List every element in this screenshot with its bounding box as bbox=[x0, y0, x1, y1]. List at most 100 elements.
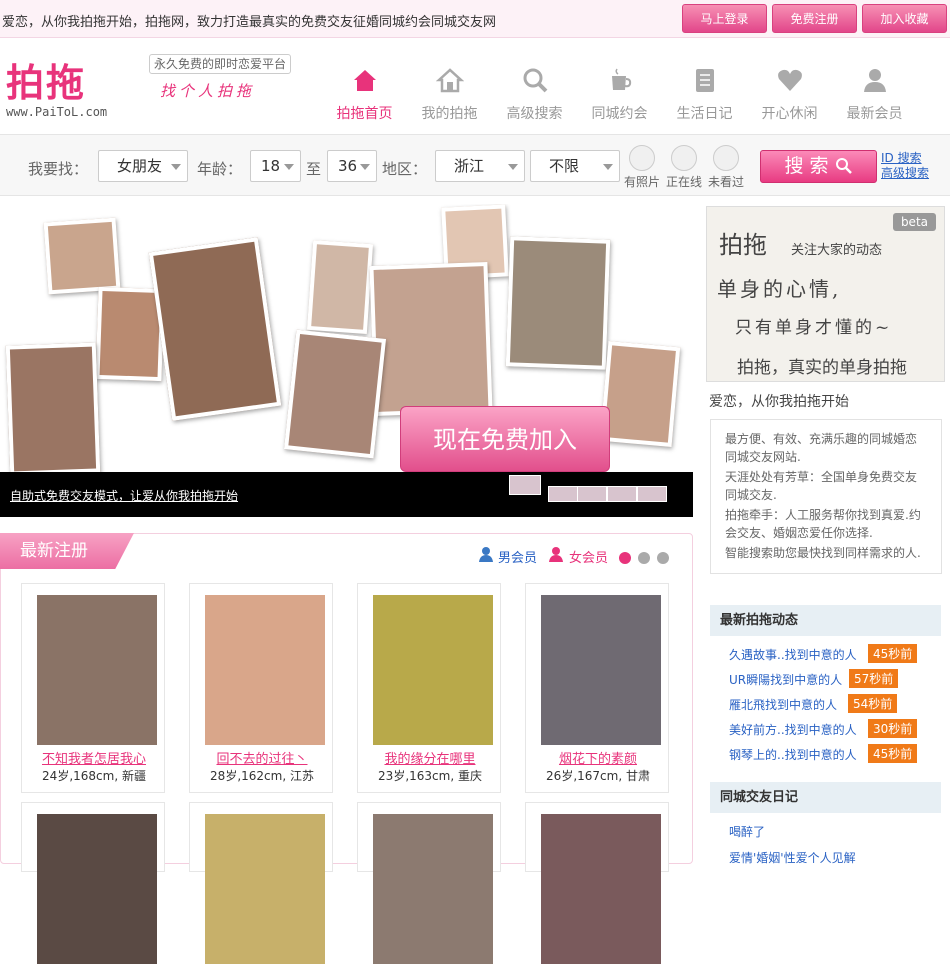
activity-item[interactable]: 钢琴上的..找到中意的人 bbox=[729, 746, 857, 763]
member-card[interactable] bbox=[189, 802, 333, 964]
banner-caption[interactable]: 自助式免费交友模式，让爱从你我拍拖开始 bbox=[10, 487, 238, 504]
activity-item[interactable]: UR瞬陽找到中意的人 bbox=[729, 671, 842, 688]
member-name[interactable]: 我的缘分在哪里 bbox=[358, 748, 502, 767]
member-name[interactable]: 烟花下的素颜 bbox=[526, 748, 670, 767]
banner-thumb[interactable] bbox=[607, 486, 637, 502]
member-card[interactable] bbox=[357, 802, 501, 964]
brand-subtitle: 关注大家的动态 bbox=[791, 243, 883, 258]
member-photo bbox=[43, 217, 121, 295]
activity-header: 最新拍拖动态 bbox=[710, 605, 941, 636]
member-info: 23岁,163cm, 重庆 bbox=[378, 769, 482, 783]
home-icon bbox=[353, 70, 376, 91]
age-to-select[interactable]: 36 bbox=[327, 150, 377, 182]
search-icon bbox=[835, 158, 852, 174]
member-photo bbox=[148, 237, 282, 421]
member-card[interactable] bbox=[21, 802, 165, 964]
member-info: 26岁,167cm, 甘肃 bbox=[546, 769, 650, 783]
bookmark-button[interactable]: 加入收藏 bbox=[862, 4, 947, 33]
login-button[interactable]: 马上登录 bbox=[682, 4, 767, 33]
intro-text: 天涯处处有芳草：全国单身免费交友同城交友. bbox=[725, 470, 918, 502]
age-to-value: 36 bbox=[338, 157, 358, 175]
chevron-down-icon bbox=[284, 164, 294, 170]
nav-city-dating[interactable]: 同城约会 bbox=[577, 66, 662, 123]
city-select[interactable]: 不限 bbox=[530, 150, 620, 182]
member-photo bbox=[37, 814, 157, 964]
nav-label: 同城约会 bbox=[591, 106, 648, 122]
age-label: 年龄： bbox=[197, 160, 243, 178]
notebook-icon bbox=[695, 69, 714, 92]
activity-item[interactable]: 久遇故事..找到中意的人 bbox=[729, 646, 857, 663]
member-photo bbox=[37, 595, 157, 745]
member-card[interactable]: 我的缘分在哪里 23岁,163cm, 重庆 bbox=[357, 583, 501, 793]
nav-leisure[interactable]: 开心休闲 bbox=[747, 66, 832, 123]
activity-item[interactable]: 美好前方..找到中意的人 bbox=[729, 721, 857, 738]
search-button[interactable]: 搜索 bbox=[760, 150, 877, 183]
member-card[interactable]: 烟花下的素颜 26岁,167cm, 甘肃 bbox=[525, 583, 669, 793]
banner-thumb[interactable] bbox=[548, 486, 578, 502]
banner-thumb[interactable] bbox=[509, 475, 541, 495]
advanced-search-link[interactable]: 高级搜索 bbox=[881, 166, 929, 181]
has-photo-checkbox[interactable]: 有照片 bbox=[622, 145, 662, 190]
member-photo bbox=[599, 341, 681, 447]
checkbox-label: 有照片 bbox=[623, 175, 660, 189]
check-icon bbox=[629, 145, 655, 171]
chevron-down-icon bbox=[508, 164, 518, 170]
member-card[interactable]: 回不去的过往丶 28岁,162cm, 江苏 bbox=[189, 583, 333, 793]
member-photo bbox=[5, 342, 101, 476]
activity-time: 57秒前 bbox=[849, 669, 899, 688]
find-value: 女朋友 bbox=[117, 157, 163, 175]
member-photo bbox=[373, 595, 493, 745]
male-filter[interactable]: 男会员 bbox=[498, 547, 537, 566]
nav-my-paituo[interactable]: 我的拍拖 bbox=[407, 66, 492, 123]
member-name[interactable]: 不知我者怎居我心 bbox=[22, 748, 166, 767]
page-dot[interactable] bbox=[619, 552, 631, 564]
site-logo[interactable]: 拍拖 www.PaiToL.com bbox=[6, 52, 146, 119]
nav-new-members[interactable]: 最新会员 bbox=[832, 66, 917, 123]
banner-thumb[interactable] bbox=[577, 486, 607, 502]
banner-thumb[interactable] bbox=[637, 486, 667, 502]
id-search-link[interactable]: ID 搜索 bbox=[881, 151, 929, 166]
brand-line-3: 拍拖，真实的单身拍拖 bbox=[737, 358, 907, 378]
male-user-icon bbox=[479, 547, 493, 562]
search-button-label: 搜索 bbox=[784, 155, 835, 177]
chevron-down-icon bbox=[171, 164, 181, 170]
member-name[interactable]: 回不去的过往丶 bbox=[190, 748, 334, 767]
nav-home[interactable]: 拍拖首页 bbox=[322, 66, 407, 123]
newest-members-panel: 最新注册 男会员 女会员 不知我者怎居我心 24岁,168cm, 新疆 回不去的… bbox=[0, 533, 693, 964]
register-button[interactable]: 免费注册 bbox=[772, 4, 857, 33]
activity-item[interactable]: 雁北飛找到中意的人 bbox=[729, 696, 837, 713]
find-select[interactable]: 女朋友 bbox=[98, 150, 188, 182]
diary-item[interactable]: 喝醉了 bbox=[729, 823, 765, 840]
diary-header: 同城交友日记 bbox=[710, 782, 941, 813]
join-now-button[interactable]: 现在免费加入 bbox=[400, 406, 610, 472]
nav-label: 生活日记 bbox=[676, 106, 733, 122]
nav-life-diary[interactable]: 生活日记 bbox=[662, 66, 747, 123]
nav-advanced-search[interactable]: 高级搜索 bbox=[492, 66, 577, 123]
activity-time: 54秒前 bbox=[848, 694, 898, 713]
nav-label: 最新会员 bbox=[846, 106, 903, 122]
diary-item[interactable]: 爱情'婚姻'性爱个人见解 bbox=[729, 849, 856, 866]
member-card[interactable] bbox=[525, 802, 669, 964]
intro-box: 最方便、有效、充满乐趣的同城婚恋同城交友网站. 天涯处处有芳草：全国单身免费交友… bbox=[710, 419, 942, 574]
tagline: 找个人拍拖 bbox=[160, 82, 256, 100]
member-photo bbox=[505, 236, 611, 370]
brand-box: 拍拖 关注大家的动态 单身的心情, 只有单身才懂的~ 拍拖，真实的单身拍拖 be… bbox=[706, 206, 945, 382]
chevron-down-icon bbox=[603, 164, 613, 170]
age-from-select[interactable]: 18 bbox=[250, 150, 301, 182]
beta-badge: beta bbox=[892, 213, 936, 231]
unseen-checkbox[interactable]: 未看过 bbox=[706, 145, 746, 190]
page-dot[interactable] bbox=[657, 552, 669, 564]
province-select[interactable]: 浙江 bbox=[435, 150, 525, 182]
province-value: 浙江 bbox=[454, 157, 485, 175]
activity-time: 45秒前 bbox=[868, 644, 918, 663]
check-icon bbox=[713, 145, 739, 171]
online-checkbox[interactable]: 正在线 bbox=[664, 145, 704, 190]
age-from-value: 18 bbox=[261, 157, 281, 175]
search-links: ID 搜索 高级搜索 bbox=[881, 151, 929, 181]
member-photo bbox=[369, 261, 493, 417]
coffee-cup-icon bbox=[611, 68, 631, 90]
page-dot[interactable] bbox=[638, 552, 650, 564]
nav-label: 高级搜索 bbox=[506, 106, 563, 122]
member-card[interactable]: 不知我者怎居我心 24岁,168cm, 新疆 bbox=[21, 583, 165, 793]
female-filter[interactable]: 女会员 bbox=[569, 547, 608, 566]
